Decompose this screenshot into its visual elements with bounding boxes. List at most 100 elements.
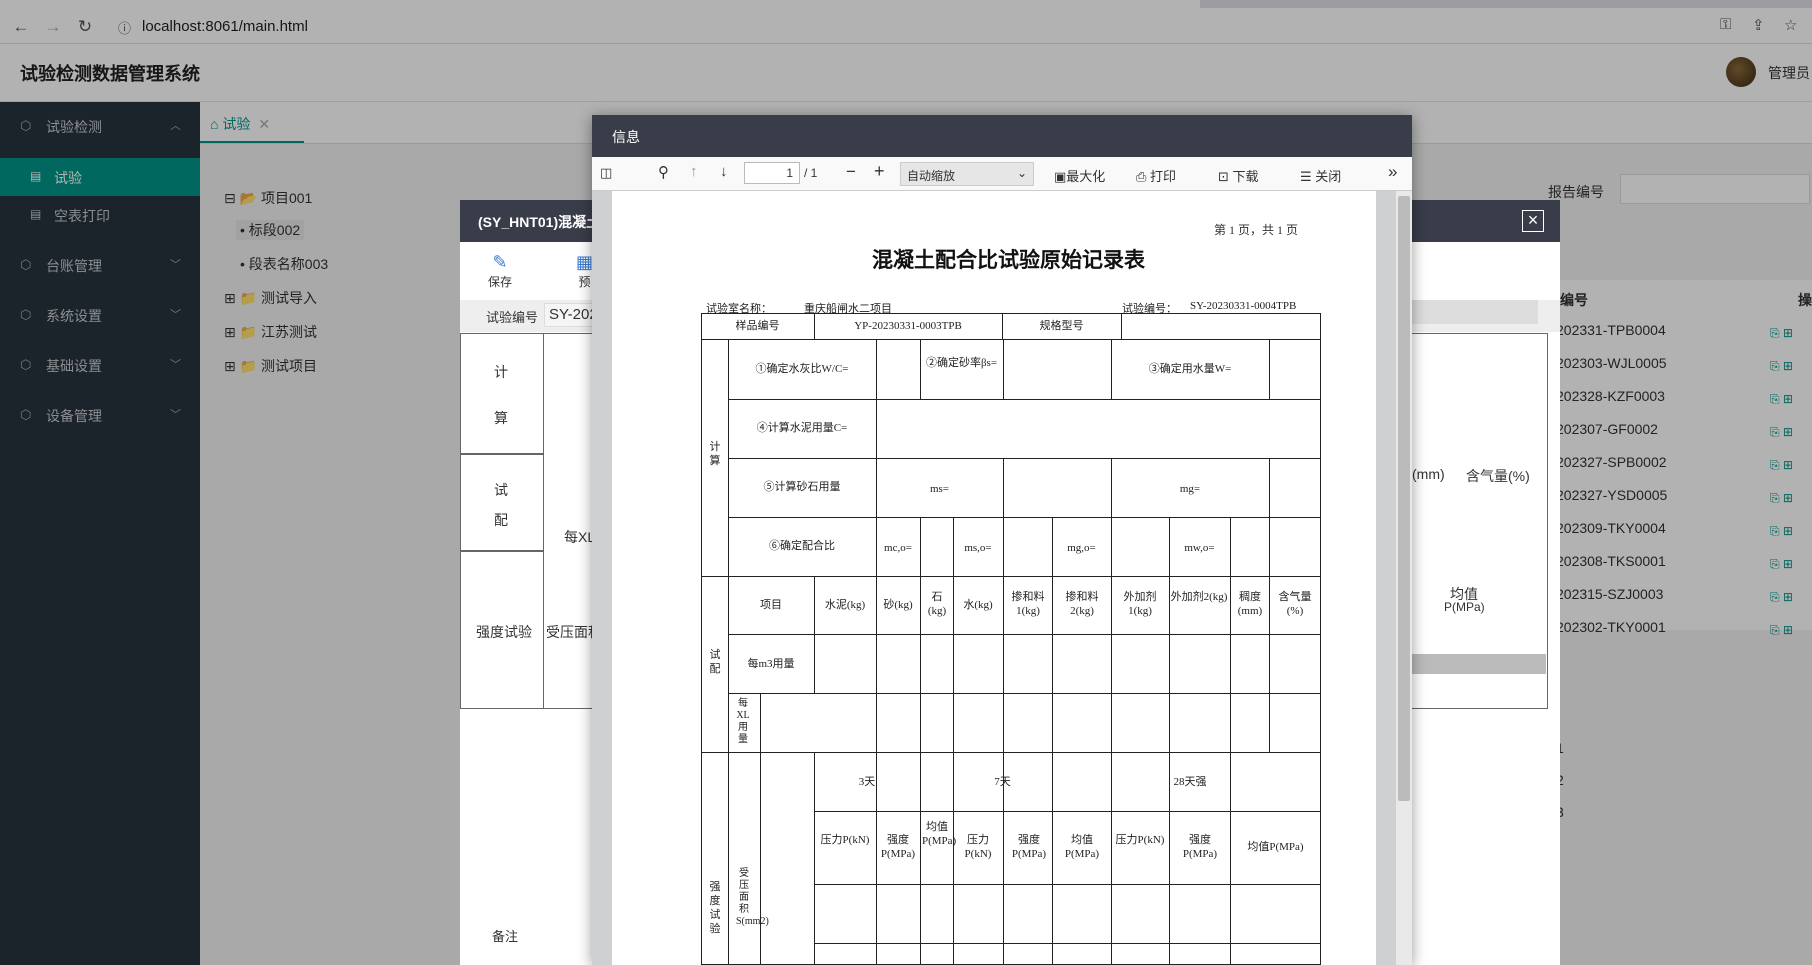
area-label: 受压面积S(mm2) bbox=[736, 868, 769, 927]
sidebar-toggle-icon[interactable]: ◫ bbox=[600, 165, 612, 181]
test-no-label: 试验编号 bbox=[486, 310, 539, 325]
arrow-down-icon[interactable]: ↓ bbox=[720, 163, 728, 180]
rule bbox=[920, 517, 921, 965]
rule bbox=[1003, 458, 1004, 517]
per-xl-label: 每XL用量 bbox=[736, 698, 750, 745]
calc-row-2: ④计算水泥用量C= bbox=[756, 422, 848, 434]
calc-row-1b: ②确定砂率βs= bbox=[925, 357, 998, 369]
strength-label: 强度试验 bbox=[709, 881, 721, 935]
mix-section bbox=[460, 454, 544, 551]
air-header: 含气量(%) bbox=[1278, 591, 1312, 617]
rule bbox=[1169, 517, 1170, 965]
cement-header: 水泥(kg) bbox=[824, 599, 866, 611]
pdf-scrollbar-thumb[interactable] bbox=[1398, 196, 1410, 801]
rule bbox=[1052, 517, 1053, 965]
air-content-label: 含气量(%) bbox=[1466, 468, 1530, 484]
rule bbox=[1269, 458, 1270, 517]
rule bbox=[1003, 517, 1004, 965]
search-icon[interactable]: ⚲ bbox=[658, 163, 669, 181]
field-bar bbox=[1412, 654, 1546, 674]
arrow-up-icon[interactable]: ↑ bbox=[690, 163, 698, 180]
zoom-out-icon[interactable]: − bbox=[846, 162, 856, 182]
day28-header: 28天强 bbox=[1173, 776, 1207, 788]
avg-header: 均值P(MPa) bbox=[1247, 841, 1304, 853]
calc-row-1c: ③确定用水量W= bbox=[1148, 363, 1232, 375]
rule bbox=[728, 634, 1321, 635]
calc-section bbox=[460, 333, 544, 454]
zoom-value: 自动缩放 bbox=[907, 169, 956, 183]
rule bbox=[728, 693, 1321, 694]
rule bbox=[701, 339, 1321, 340]
save-icon: ✎ bbox=[492, 252, 508, 272]
dialog-title: (SY_HNT01)混凝土 bbox=[478, 214, 601, 230]
print-button[interactable]: ⎙ 打印 bbox=[1136, 166, 1176, 185]
maximize-label: 最大化 bbox=[1066, 169, 1106, 184]
pdf-dialog-title: 信息 bbox=[612, 129, 640, 145]
pdf-dialog-header bbox=[592, 115, 1412, 157]
mc0-label: mc,o= bbox=[884, 542, 912, 554]
additive2-header: 外加剂2(kg) bbox=[1170, 591, 1228, 603]
rule bbox=[814, 576, 815, 693]
preview-label: 预 bbox=[578, 275, 591, 289]
list-icon: ☰ bbox=[1300, 169, 1316, 184]
download-button[interactable]: ⊡ 下载 bbox=[1218, 166, 1259, 185]
per-m3-label: 每m3用量 bbox=[747, 658, 795, 670]
rule bbox=[701, 752, 1321, 753]
strength-mpa-header: 强度P(MPa) bbox=[1182, 834, 1218, 860]
strength-mpa-header: 强度P(MPa) bbox=[1011, 834, 1047, 860]
rule bbox=[728, 399, 1321, 400]
rule bbox=[876, 339, 877, 965]
rule bbox=[1230, 517, 1231, 965]
rule bbox=[1269, 339, 1270, 399]
testno-value: SY-20230331-0004TPB bbox=[1190, 300, 1297, 312]
calc-row-4: ⑥确定配合比 bbox=[769, 540, 835, 552]
strength-mpa-header: 强度P(MPa) bbox=[880, 834, 916, 860]
maximize-button[interactable]: ▣最大化 bbox=[1054, 166, 1105, 185]
avg-unit-label: P(MPa) bbox=[1444, 600, 1485, 614]
calc-label-2: 算 bbox=[494, 410, 508, 426]
form-title: 混凝土配合比试验原始记录表 bbox=[872, 248, 1145, 272]
rule bbox=[814, 943, 1321, 944]
pressure-header: 压力P(kN) bbox=[964, 834, 992, 860]
water-header: 水(kg) bbox=[963, 599, 993, 611]
rule bbox=[1003, 339, 1004, 399]
more-tools-icon[interactable]: » bbox=[1388, 162, 1397, 182]
zoom-in-icon[interactable]: + bbox=[874, 161, 885, 182]
download-label: 下载 bbox=[1232, 169, 1259, 184]
preview-button[interactable]: ▦ 预 bbox=[576, 252, 593, 290]
print-label: 打印 bbox=[1150, 169, 1177, 184]
trial-label: 试配 bbox=[709, 649, 721, 675]
spec-label: 规格型号 bbox=[1039, 320, 1084, 332]
save-button[interactable]: ✎ 保存 bbox=[488, 252, 512, 290]
pressure-header: 压力P(kN) bbox=[1115, 834, 1165, 846]
field-bar bbox=[1412, 300, 1538, 324]
zoom-select[interactable]: 自动缩放 ⌄ bbox=[900, 162, 1034, 186]
day7-header: 7天 bbox=[994, 776, 1011, 788]
calc-label: 计算 bbox=[709, 441, 721, 467]
admix1-header: 掺和料1(kg) bbox=[1011, 591, 1045, 617]
rule bbox=[1121, 313, 1122, 339]
rule bbox=[814, 811, 1321, 812]
calc-row-1a: ①确定水灰比W/C= bbox=[755, 363, 849, 375]
rule bbox=[728, 517, 1321, 518]
pressure-header: 压力P(kN) bbox=[820, 834, 870, 846]
avg-header: 均值P(MPa) bbox=[922, 821, 957, 847]
admix2-header: 掺和料2(kg) bbox=[1065, 591, 1099, 617]
calendar-icon: ▦ bbox=[576, 252, 594, 272]
printer-icon: ⎙ bbox=[1136, 169, 1151, 184]
close-button[interactable]: ☰ 关闭 bbox=[1300, 166, 1341, 185]
chevron-down-icon: ⌄ bbox=[1016, 166, 1027, 180]
mg-label: mg= bbox=[1179, 483, 1201, 495]
sand-header: 砂(kg) bbox=[883, 599, 913, 611]
close-label: 关闭 bbox=[1315, 169, 1342, 184]
page-total: / 1 bbox=[804, 166, 818, 180]
ms0-label: ms,o= bbox=[964, 542, 992, 554]
page-number-input[interactable]: 1 bbox=[744, 162, 800, 184]
rule bbox=[1111, 517, 1112, 965]
maximize-icon: ▣ bbox=[1054, 169, 1067, 184]
sample-label: 样品编号 bbox=[735, 320, 780, 332]
page-indicator: 第 1 页，共 1 页 bbox=[1214, 223, 1299, 237]
stone-header: 石(kg) bbox=[927, 591, 947, 617]
save-label: 保存 bbox=[488, 275, 513, 289]
dialog-close-button[interactable]: × bbox=[1522, 210, 1544, 232]
